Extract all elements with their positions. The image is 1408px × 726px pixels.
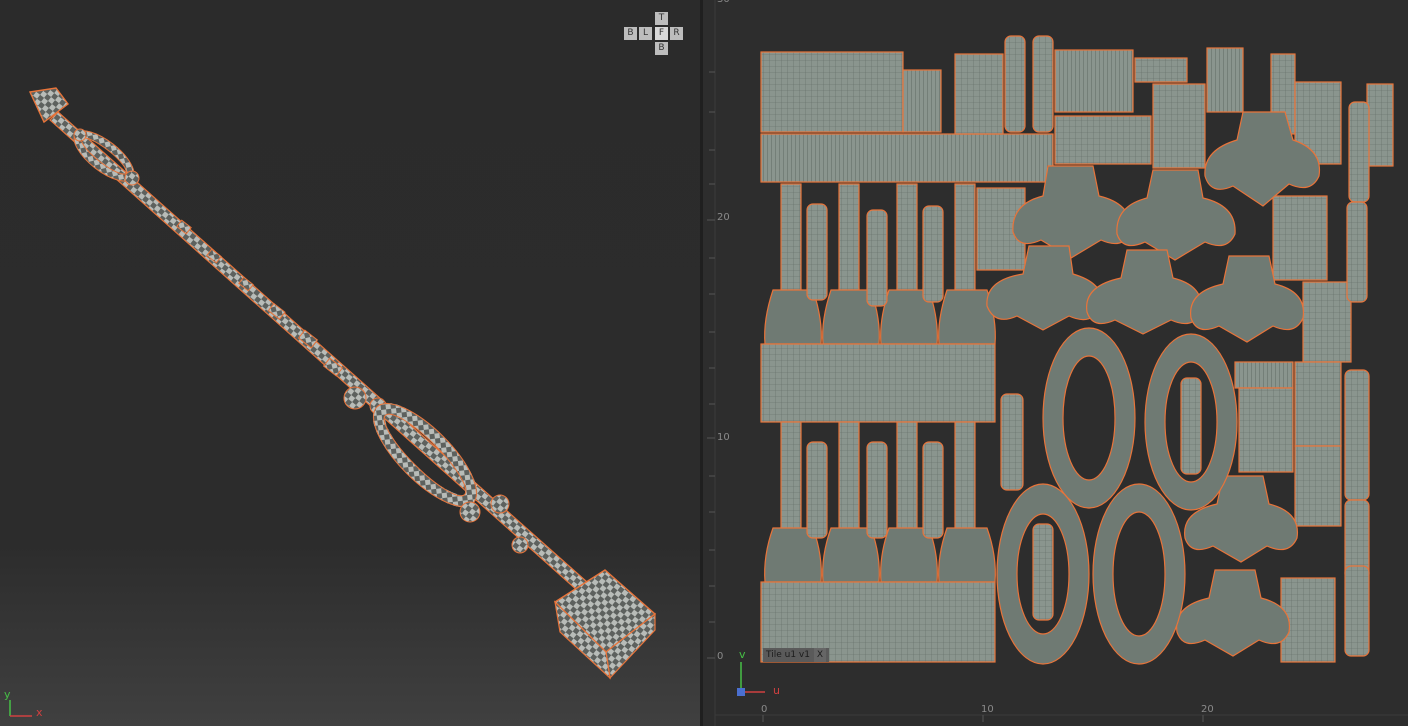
ornament (73, 128, 87, 142)
uv-axis-v-label: v (739, 648, 746, 661)
staff-shaft (49, 111, 606, 609)
uv-shell (1134, 57, 1188, 83)
uv-shell (1348, 101, 1370, 203)
uv-shell (922, 441, 944, 539)
ornament (124, 170, 140, 186)
navcube-right[interactable]: R (670, 27, 683, 40)
uv-shell (1272, 195, 1328, 281)
uv-shell (1344, 565, 1370, 657)
uv-shell (1366, 83, 1394, 167)
navcube-left[interactable]: L (639, 27, 652, 40)
uv-shell (938, 527, 996, 583)
uv-shell (760, 133, 1054, 183)
uv-shell (1054, 115, 1152, 165)
ruler-h-20: 20 (1201, 704, 1214, 715)
uv-tile-name: Tile u1 v1 (766, 650, 810, 660)
view-navigation-cube[interactable]: T B L F R B (622, 12, 684, 58)
ruler-v-30: 30 (717, 0, 730, 5)
navcube-bottom[interactable]: B (655, 42, 668, 55)
ruler-v-20: 20 (717, 212, 730, 223)
uv-shell (896, 421, 918, 533)
uv-shell (780, 183, 802, 295)
uv-shell (866, 209, 888, 307)
axis-y-label: y (4, 688, 11, 701)
uv-shell (780, 421, 802, 533)
uv-shell (922, 205, 944, 303)
3d-viewport[interactable]: T B L F R B y x (0, 0, 700, 726)
navcube-front[interactable]: F (655, 27, 668, 40)
staff-model (9, 87, 657, 717)
uv-shell (896, 183, 918, 295)
uv-layout (707, 0, 1408, 726)
ornament (459, 501, 481, 523)
uv-shell (1180, 377, 1202, 475)
uv-editor[interactable]: 30 20 10 0 0 10 20 v u Tile u1 v1 X (703, 0, 1408, 726)
ornament (343, 386, 367, 410)
uv-shell (760, 343, 996, 423)
uv-shell (1344, 369, 1370, 501)
uv-shell (1000, 393, 1024, 491)
uv-shell (1238, 387, 1294, 473)
ruler-h-0: 0 (761, 704, 768, 715)
ornament (490, 494, 510, 514)
uv-shell (866, 441, 888, 539)
uv-shell (1054, 49, 1134, 113)
uv-shell (1004, 35, 1026, 133)
ruler-v-0: 0 (717, 651, 724, 662)
uv-axis-u-label: u (773, 684, 780, 697)
uv-shell (806, 203, 828, 301)
uv-shell (760, 51, 904, 133)
uv-shell (1294, 361, 1342, 447)
uv-shell (1176, 569, 1291, 657)
uv-shell (1206, 47, 1244, 113)
uv-shell (838, 183, 860, 295)
uv-shell (1152, 83, 1206, 169)
uv-shell (1346, 201, 1368, 303)
uv-shell (902, 69, 942, 133)
ruler-h-10: 10 (981, 704, 994, 715)
axis-x-label: x (36, 706, 43, 719)
navcube-top[interactable]: T (655, 12, 668, 25)
uv-shell (1302, 281, 1352, 363)
uv-shell (954, 421, 976, 533)
uv-shell (954, 53, 1004, 135)
uv-shell (806, 441, 828, 539)
ruler-v-10: 10 (717, 432, 730, 443)
uv-shell (1294, 445, 1342, 527)
uv-shell (838, 421, 860, 533)
ornament (511, 536, 529, 554)
uv-shell (954, 183, 976, 295)
uv-shell (1086, 249, 1203, 335)
uv-shell (1234, 361, 1294, 389)
uv-tile-close-button[interactable]: X (813, 648, 826, 662)
uv-tile-tag: Tile u1 v1 X (763, 648, 829, 662)
uv-shell (1032, 35, 1054, 133)
navcube-back[interactable]: B (624, 27, 637, 40)
uv-shell (1032, 523, 1054, 621)
